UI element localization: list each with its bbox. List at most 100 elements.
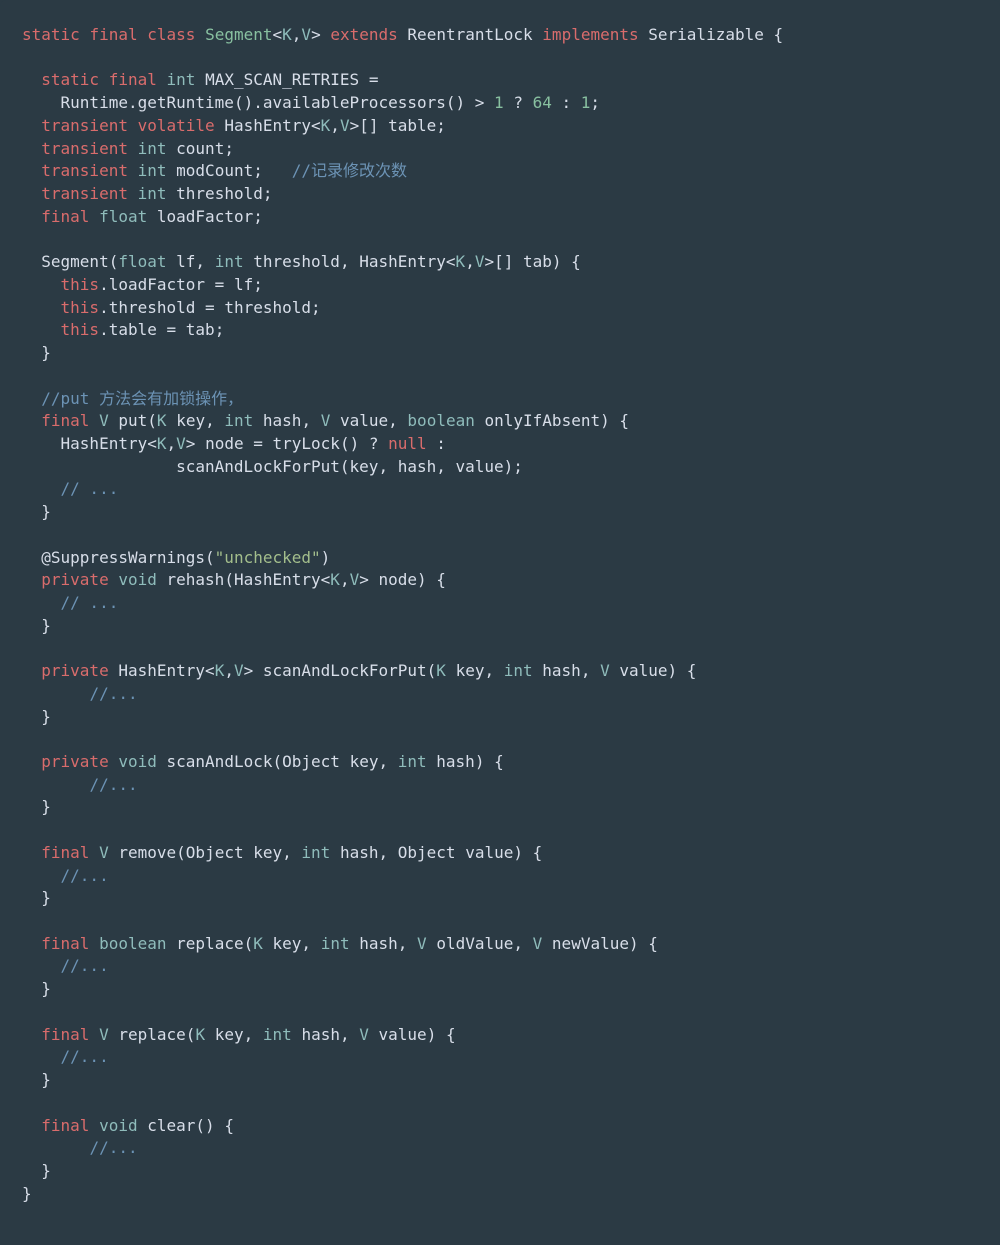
code-token: static [22,25,80,44]
code-token [244,252,254,271]
code-token: , [340,252,359,271]
code-token: } [22,343,51,362]
code-token: node [205,434,244,453]
code-token: int [504,661,533,680]
code-token: //... [61,866,109,885]
code-token [22,1138,89,1157]
code-token: ; [215,320,225,339]
code-token: scanAndLockForPut [263,661,427,680]
code-token: final [41,1116,89,1135]
code-token: null [388,434,427,453]
code-token: oldValue [436,934,513,953]
code-token: , [282,843,301,862]
code-token: V [533,934,543,953]
code-token: remove [118,843,176,862]
code-token: @SuppressWarnings [41,548,205,567]
code-token: //... [89,775,137,794]
code-token: this [61,298,100,317]
code-token: tryLock [273,434,340,453]
code-token [340,752,350,771]
code-token [109,1025,119,1044]
code-token: K [157,411,167,430]
code-token: transient [41,116,128,135]
code-token [138,25,148,44]
code-token: ) { [668,661,697,680]
code-token: } [22,1161,51,1180]
code-token: Object [398,843,456,862]
code-token: Segment [41,252,108,271]
code-token: replace [176,934,243,953]
code-token: int [398,752,427,771]
code-token [330,411,340,430]
code-token: , [398,934,417,953]
code-token: hash [398,457,437,476]
code-token: replace [118,1025,185,1044]
code-token [89,207,99,226]
code-token: //记录修改次数 [292,161,407,180]
code-token [80,25,90,44]
code-token: int [138,184,167,203]
code-token: final [41,843,89,862]
code-token: ) { [552,252,581,271]
code-token: put [118,411,147,430]
code-token [109,661,119,680]
code-token [167,139,177,158]
code-token: int [167,70,196,89]
code-token [446,661,456,680]
code-token: final [109,70,157,89]
code-token: final [89,25,137,44]
code-token: Runtime [61,93,128,112]
code-token: ( [272,752,282,771]
code-token: static [41,70,99,89]
code-token: hash [359,934,398,953]
code-token: V [340,116,350,135]
code-token [292,1025,302,1044]
code-token: , [301,934,320,953]
code-token: ( [186,1025,196,1044]
code-token: key [176,411,205,430]
code-token [215,116,225,135]
code-token [109,843,119,862]
code-token [138,1116,148,1135]
code-token [89,934,99,953]
code-token: V [99,1025,109,1044]
code-token: V [350,570,360,589]
code-token: this [61,275,100,294]
code-token: { [764,25,783,44]
code-token [22,1047,61,1066]
code-token: hash [436,752,475,771]
code-token [22,161,41,180]
code-token: ) [321,548,331,567]
code-token: HashEntry [224,116,311,135]
code-token: ; [263,184,273,203]
code-token: int [138,139,167,158]
code-token: hash [263,411,302,430]
code-token: ( [224,570,234,589]
code-token: < [205,661,215,680]
code-token: int [263,1025,292,1044]
code-token: < [273,25,283,44]
code-token: () { [195,1116,234,1135]
code-token [157,70,167,89]
code-token [475,411,485,430]
code-token: ( [109,252,119,271]
code-token: private [41,570,108,589]
code-token: //... [89,1138,137,1157]
code-token: int [224,411,253,430]
code-token [128,116,138,135]
code-token: V [301,25,311,44]
code-token: "unchecked" [215,548,321,567]
code-token [22,70,41,89]
code-token: value [456,457,504,476]
code-token: , [292,25,302,44]
code-token: modCount [176,161,253,180]
code-token: loadFactor [157,207,253,226]
code-token [22,434,61,453]
code-token [321,25,331,44]
code-token: int [138,161,167,180]
code-token: HashEntry [359,252,446,271]
code-content: static final class Segment<K,V> extends … [22,25,783,1203]
code-token [205,1025,215,1044]
code-token: lf [176,252,195,271]
code-token: extends [330,25,397,44]
